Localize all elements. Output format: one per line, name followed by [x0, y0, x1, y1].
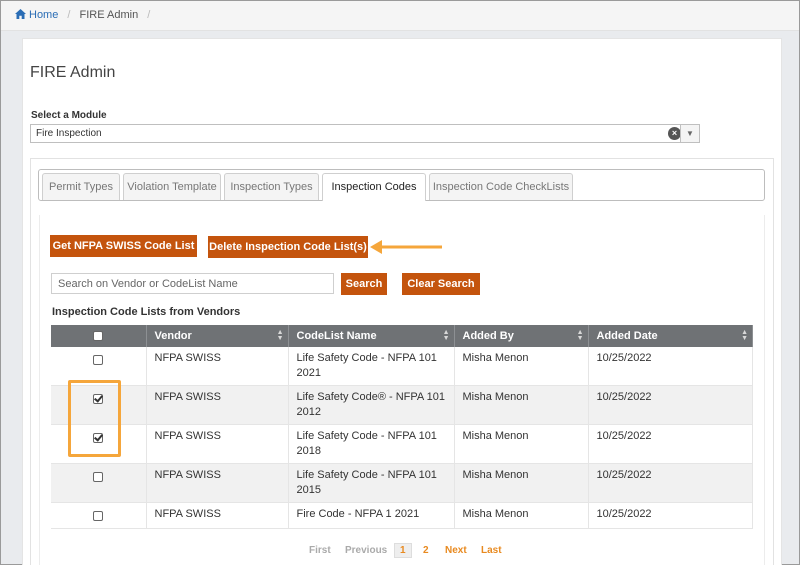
sort-icon: ▲ ▼ [741, 329, 748, 342]
added-by-cell: Misha Menon [454, 347, 589, 386]
tab-violation-template[interactable]: Violation Template [123, 173, 221, 200]
codelist-name: Fire Code - NFPA 1 2021 [296, 508, 420, 520]
delete-code-lists-button[interactable]: Delete Inspection Code List(s) [208, 236, 368, 258]
row-select-checkbox[interactable] [93, 472, 104, 483]
added-by-cell: Misha Menon [454, 463, 589, 503]
table-header-row: Vendor ▲ ▼ CodeList Name ▲ ▼ Added By ▲ ▼ Adde… [51, 325, 753, 347]
pager-page-2[interactable]: 2 [423, 545, 429, 556]
tab-permit-types[interactable]: Permit Types [42, 173, 120, 200]
table-row: NFPA SWISS Life Safety Code® - NFPA 101 20… [51, 385, 753, 425]
row-select-cell [51, 502, 147, 529]
row-select-checkbox[interactable] [93, 511, 104, 522]
sort-icon: ▲ ▼ [576, 329, 584, 342]
column-label: Vendor [154, 330, 192, 342]
home-icon [15, 9, 26, 19]
breadcrumb-home-link[interactable]: Home [15, 9, 61, 21]
arrow-annotation-icon [370, 240, 442, 254]
vendor-cell: NFPA SWISS [146, 385, 289, 425]
module-select-value: Fire Inspection [36, 128, 102, 139]
row-select-cell [51, 463, 147, 503]
pager-last[interactable]: Last [481, 545, 502, 556]
table-row: NFPA SWISS Life Safety Code - NFPA 101 202… [51, 347, 753, 386]
added-by-cell: Misha Menon [454, 385, 589, 425]
column-header-added-date[interactable]: Added Date ▲ ▼ [588, 325, 753, 347]
table-row: NFPA SWISS Life Safety Code - NFPA 101 201… [51, 424, 753, 464]
pager-first: First [309, 545, 331, 556]
codelist-name: Life Safety Code - NFPA 101 [296, 469, 437, 481]
pager-previous: Previous [345, 545, 388, 556]
codelist-year: 2012 [296, 406, 321, 418]
added-date-cell: 10/25/2022 [588, 463, 753, 503]
codelist-year: 2021 [296, 367, 321, 379]
codelist-year: 2015 [296, 484, 321, 496]
checkbox-highlight-annotation [68, 380, 121, 457]
pager-page-current[interactable]: 1 [394, 543, 412, 558]
added-date-cell: 10/25/2022 [588, 502, 753, 529]
codelist-name: Life Safety Code® - NFPA 101 [296, 391, 446, 403]
module-select[interactable]: Fire Inspection × ▼ [30, 124, 700, 143]
codelist-name-cell: Life Safety Code - NFPA 101 2021 [288, 347, 455, 386]
column-label: Added Date [596, 330, 658, 342]
get-code-list-button[interactable]: Get NFPA SWISS Code List [50, 235, 197, 257]
page-title: FIRE Admin [30, 64, 116, 81]
codelist-name: Life Safety Code - NFPA 101 [296, 352, 437, 364]
codelist-year: 2018 [296, 445, 321, 457]
select-all-header [51, 325, 147, 347]
added-date-cell: 10/25/2022 [588, 385, 753, 425]
tab-inspection-codes[interactable]: Inspection Codes [322, 173, 426, 201]
breadcrumb: Home / FIRE Admin / [1, 1, 799, 31]
vendor-cell: NFPA SWISS [146, 502, 289, 529]
select-all-checkbox[interactable] [93, 331, 104, 342]
search-button[interactable]: Search [341, 273, 387, 295]
added-date-cell: 10/25/2022 [588, 424, 753, 464]
column-header-added-by[interactable]: Added By ▲ ▼ [454, 325, 589, 347]
vendor-cell: NFPA SWISS [146, 424, 289, 464]
vendor-cell: NFPA SWISS [146, 347, 289, 386]
sort-icon: ▲ ▼ [276, 329, 284, 342]
tab-inspection-types[interactable]: Inspection Types [224, 173, 319, 200]
codelist-name: Life Safety Code - NFPA 101 [296, 430, 437, 442]
vendor-cell: NFPA SWISS [146, 463, 289, 503]
clear-search-button[interactable]: Clear Search [402, 273, 480, 295]
breadcrumb-separator: / [147, 9, 151, 21]
pager-next[interactable]: Next [445, 545, 467, 556]
row-select-checkbox[interactable] [93, 355, 104, 366]
breadcrumb-current: FIRE Admin [79, 9, 139, 21]
code-lists-table: Vendor ▲ ▼ CodeList Name ▲ ▼ Added By ▲ ▼ Adde… [51, 325, 753, 529]
sort-icon: ▲ ▼ [442, 329, 450, 342]
column-label: CodeList Name [296, 330, 377, 342]
column-header-codelist-name[interactable]: CodeList Name ▲ ▼ [288, 325, 455, 347]
table-row: NFPA SWISS Fire Code - NFPA 1 2021 Misha M… [51, 502, 753, 529]
added-by-cell: Misha Menon [454, 424, 589, 464]
chevron-down-icon[interactable]: ▼ [680, 125, 699, 142]
codelist-name-cell: Fire Code - NFPA 1 2021 [288, 502, 455, 529]
column-header-vendor[interactable]: Vendor ▲ ▼ [146, 325, 289, 347]
table-row: NFPA SWISS Life Safety Code - NFPA 101 201… [51, 463, 753, 503]
table-title: Inspection Code Lists from Vendors [52, 306, 241, 318]
breadcrumb-home-label: Home [29, 9, 59, 21]
codelist-name-cell: Life Safety Code - NFPA 101 2018 [288, 424, 455, 464]
added-by-cell: Misha Menon [454, 502, 589, 529]
codelist-name-cell: Life Safety Code - NFPA 101 2015 [288, 463, 455, 503]
tab-inspection-code-checklists[interactable]: Inspection Code CheckLists [429, 173, 573, 200]
codelist-name-cell: Life Safety Code® - NFPA 101 2012 [288, 385, 455, 425]
module-label: Select a Module [31, 110, 107, 121]
breadcrumb-separator: / [67, 9, 71, 21]
added-date-cell: 10/25/2022 [588, 347, 753, 386]
search-input[interactable] [51, 273, 334, 294]
column-label: Added By [462, 330, 514, 342]
